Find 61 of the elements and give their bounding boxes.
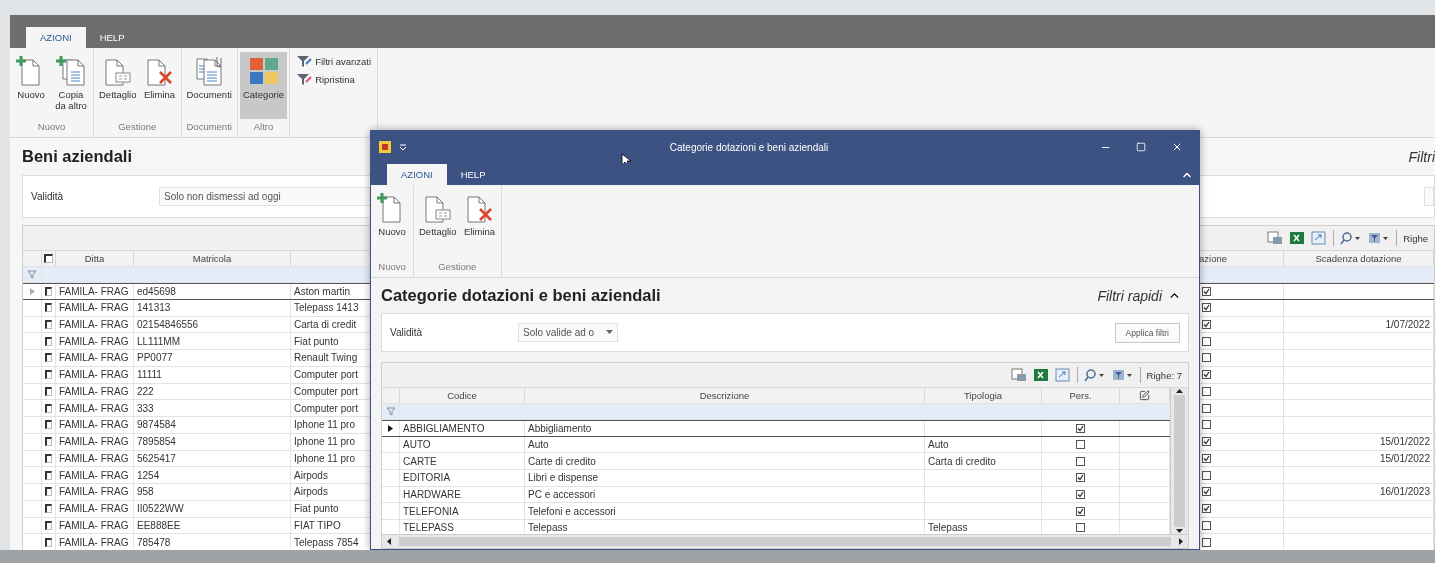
table-cell: TELEFONIA <box>400 503 525 520</box>
table-cell: 141313 <box>134 299 291 316</box>
table-cell: 1/07/2022 <box>1385 318 1430 330</box>
table-cell: FAMILA- FRAG <box>56 316 134 333</box>
table-cell: 02154846556 <box>134 316 291 333</box>
table-cell: LL111MM <box>134 333 291 349</box>
table-cell: FAMILA- FRAG <box>56 350 134 366</box>
table-cell: EE888EE <box>134 517 291 534</box>
table-cell: FAMILA- FRAG <box>56 383 134 400</box>
table-cell: FAMILA- FRAG <box>56 333 134 349</box>
table-cell: EDITORIA <box>400 470 525 486</box>
table-cell: ed45698 <box>134 284 291 299</box>
group-label: Altro <box>252 121 275 134</box>
group-label: Nuovo <box>377 261 407 274</box>
table-cell: FAMILA- FRAG <box>56 299 134 316</box>
table-cell: FAMILA- FRAG <box>56 433 134 450</box>
table-cell: FAMILA- FRAG <box>56 467 134 483</box>
table-cell: 958 <box>134 484 291 500</box>
table-cell: CARTE <box>400 453 525 470</box>
table-cell: Telefoni e accessori <box>525 503 925 520</box>
rows-count: Righe <box>1403 232 1428 244</box>
table-cell: FAMILA- FRAG <box>56 417 134 433</box>
table-cell: HARDWARE <box>400 486 525 503</box>
table-cell: 5625417 <box>134 450 291 467</box>
page-title: Categorie dotazioni e beni aziendali <box>381 286 661 305</box>
table-cell: 222 <box>134 383 291 400</box>
page-title: Beni aziendali <box>22 147 133 166</box>
table-cell: AUTO <box>400 436 525 453</box>
table-cell: FAMILA- FRAG <box>56 517 134 534</box>
table-cell: II0522WW <box>134 500 291 517</box>
table-cell: 11111 <box>134 366 291 383</box>
table-cell: 15/01/2022 <box>1379 436 1430 448</box>
filter-label: Validità <box>31 191 65 202</box>
table-cell: FAMILA- FRAG <box>56 400 134 416</box>
table-cell: ABBIGLIAMENTO <box>400 421 525 436</box>
table-cell: 1254 <box>134 467 291 483</box>
table-cell: 15/01/2022 <box>1379 452 1430 464</box>
filter-label: Validità <box>390 327 424 338</box>
table-cell: 7895854 <box>134 433 291 450</box>
table-cell: PC e accessori <box>525 486 925 503</box>
table-cell: Carta di credito <box>925 453 1042 470</box>
table-cell: Auto <box>525 436 925 453</box>
group-label: Gestione <box>117 121 158 134</box>
window-title: Categorie dotazioni e beni aziendali <box>668 141 830 153</box>
group-label: Gestione <box>437 261 478 274</box>
table-cell: FAMILA- FRAG <box>56 450 134 467</box>
table-cell: FAMILA- FRAG <box>56 484 134 500</box>
table-cell: Abbigliamento <box>525 421 925 436</box>
table-cell: Libri e dispense <box>525 470 925 486</box>
rows-count: Righe: 7 <box>1146 369 1182 381</box>
group-label: Documenti <box>185 121 233 134</box>
table-cell: 9874584 <box>134 417 291 433</box>
table-cell: PP0077 <box>134 350 291 366</box>
table-cell: FAMILA- FRAG <box>56 284 134 299</box>
table-cell: FAMILA- FRAG <box>56 500 134 517</box>
group-label: Nuovo <box>36 121 67 134</box>
table-cell: Carte di credito <box>525 453 925 470</box>
table-cell: Auto <box>925 436 1042 453</box>
table-cell: 333 <box>134 400 291 416</box>
table-cell: FAMILA- FRAG <box>56 366 134 383</box>
table-cell: 16/01/2023 <box>1379 486 1430 498</box>
